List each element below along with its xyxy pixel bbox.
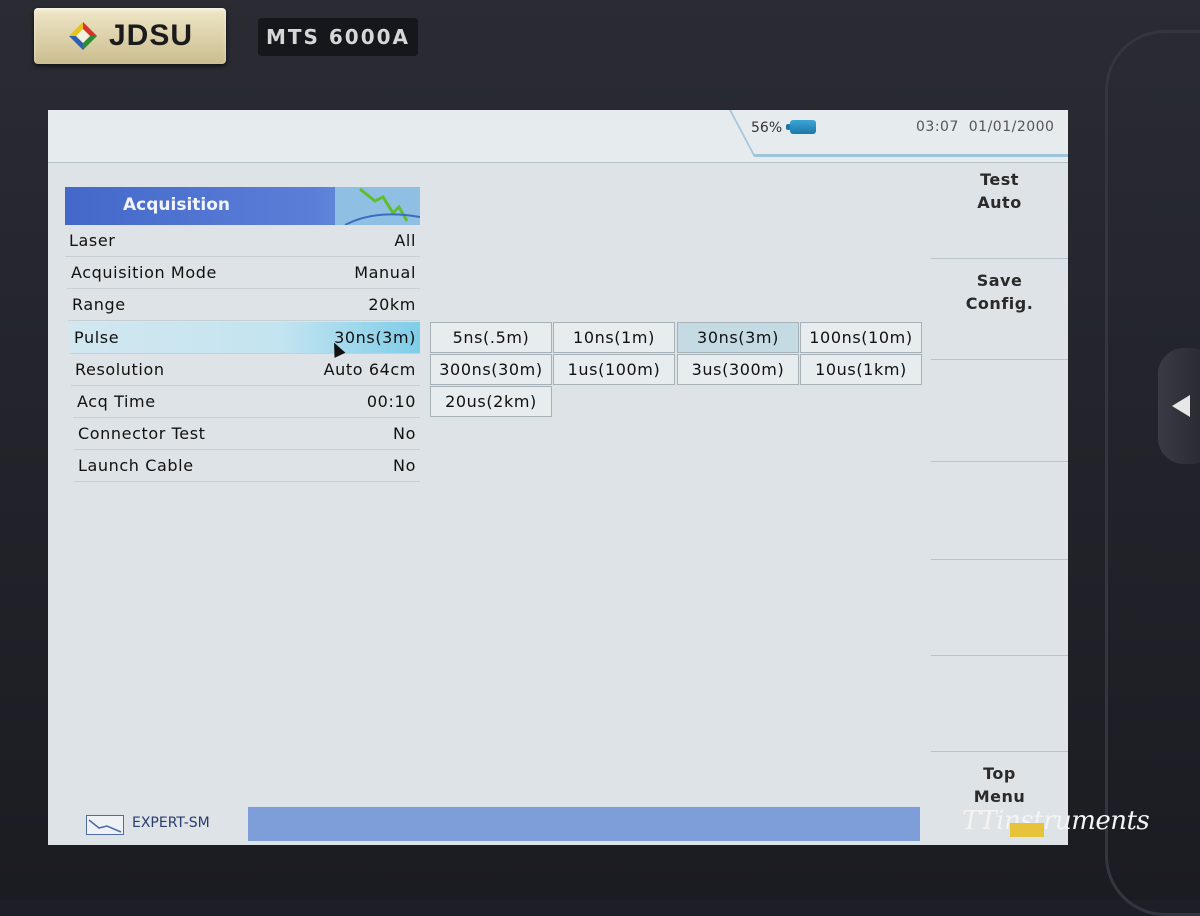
row-label: Acquisition Mode <box>71 263 217 282</box>
status-bar-top: 56% 03:07 01/01/2000 <box>48 110 1068 163</box>
date: 01/01/2000 <box>968 119 1055 135</box>
row-value: Manual <box>354 263 416 282</box>
menu-row-connector-test[interactable]: Connector Test No <box>74 418 420 450</box>
progress-area <box>248 807 920 841</box>
softkey-panel: Test Auto Save Config. Top Menu <box>931 162 1068 845</box>
screen: 56% 03:07 01/01/2000 Acquisition Laser A… <box>48 110 1068 845</box>
trace-graph-icon <box>335 187 420 225</box>
pulse-option[interactable]: 300ns(30m) <box>430 354 552 385</box>
brand-logo: JDSU <box>34 8 226 64</box>
model-label: MTS 6000A <box>258 18 418 56</box>
row-label: Acq Time <box>77 392 156 411</box>
pulse-option[interactable]: 5ns(.5m) <box>430 322 552 353</box>
softkey-line: Save <box>976 271 1023 290</box>
softkey-empty-6[interactable] <box>931 654 1068 752</box>
pulse-option[interactable]: 10us(1km) <box>800 354 922 385</box>
pulse-option[interactable]: 3us(300m) <box>677 354 799 385</box>
softkey-empty-3[interactable] <box>931 364 1068 462</box>
row-label: Resolution <box>75 360 165 379</box>
row-label: Laser <box>69 231 116 250</box>
test-mode-label: EXPERT-SM <box>132 815 210 831</box>
row-value: 30ns(3m) <box>334 328 416 347</box>
time: 03:07 <box>916 119 959 135</box>
row-value: No <box>393 456 416 475</box>
brand-name: JDSU <box>108 19 194 52</box>
softkey-line: Test <box>980 170 1019 189</box>
row-label: Connector Test <box>78 424 206 443</box>
save-config-button[interactable]: Save Config. <box>931 263 1068 360</box>
softkey-empty-4[interactable] <box>931 462 1068 560</box>
row-label: Launch Cable <box>78 456 194 475</box>
softkey-line: Config. <box>965 294 1034 313</box>
row-value: 00:10 <box>366 392 416 411</box>
softkey-line: Top <box>983 764 1016 783</box>
menu-row-pulse[interactable]: Pulse 30ns(3m) <box>70 322 420 354</box>
menu-row-laser[interactable]: Laser All <box>65 225 420 257</box>
arrow-left-icon <box>1172 395 1190 417</box>
footer-status-bar: EXPERT-SM <box>74 807 924 841</box>
row-label: Range <box>72 295 126 314</box>
softkey-line: Menu <box>973 787 1026 806</box>
pulse-option-selected[interactable]: 30ns(3m) <box>677 322 799 353</box>
row-value: Auto 64cm <box>323 360 416 379</box>
softkey-line: Auto <box>977 193 1022 212</box>
panel-title: Acquisition <box>123 195 231 215</box>
jdsu-logo-icon <box>68 22 97 50</box>
pulse-option[interactable]: 1us(100m) <box>553 354 675 385</box>
pulse-option[interactable]: 100ns(10m) <box>800 322 922 353</box>
row-value: 20km <box>368 295 416 314</box>
battery-icon <box>790 120 816 134</box>
watermark: TTinstruments <box>962 806 1150 836</box>
acquisition-header: Acquisition <box>65 187 420 225</box>
battery-level: 56% <box>751 120 783 136</box>
menu-row-acquisition-mode[interactable]: Acquisition Mode Manual <box>67 257 420 289</box>
otdr-mode-icon <box>86 815 124 835</box>
corner-indicator <box>1010 823 1044 837</box>
pulse-option[interactable]: 20us(2km) <box>430 386 552 417</box>
side-nav-button[interactable] <box>1158 348 1200 464</box>
menu-row-range[interactable]: Range 20km <box>68 289 420 321</box>
clock: 03:07 01/01/2000 <box>916 119 1054 135</box>
pulse-option[interactable]: 10ns(1m) <box>553 322 675 353</box>
menu-row-launch-cable[interactable]: Launch Cable No <box>74 450 420 482</box>
row-value: No <box>393 424 416 443</box>
row-value: All <box>394 231 416 250</box>
test-auto-button[interactable]: Test Auto <box>931 162 1068 259</box>
menu-row-acq-time[interactable]: Acq Time 00:10 <box>73 386 420 418</box>
softkey-empty-5[interactable] <box>931 558 1068 656</box>
bezel-frame <box>1105 30 1200 916</box>
menu-row-resolution[interactable]: Resolution Auto 64cm <box>71 354 420 386</box>
row-label: Pulse <box>74 328 120 347</box>
